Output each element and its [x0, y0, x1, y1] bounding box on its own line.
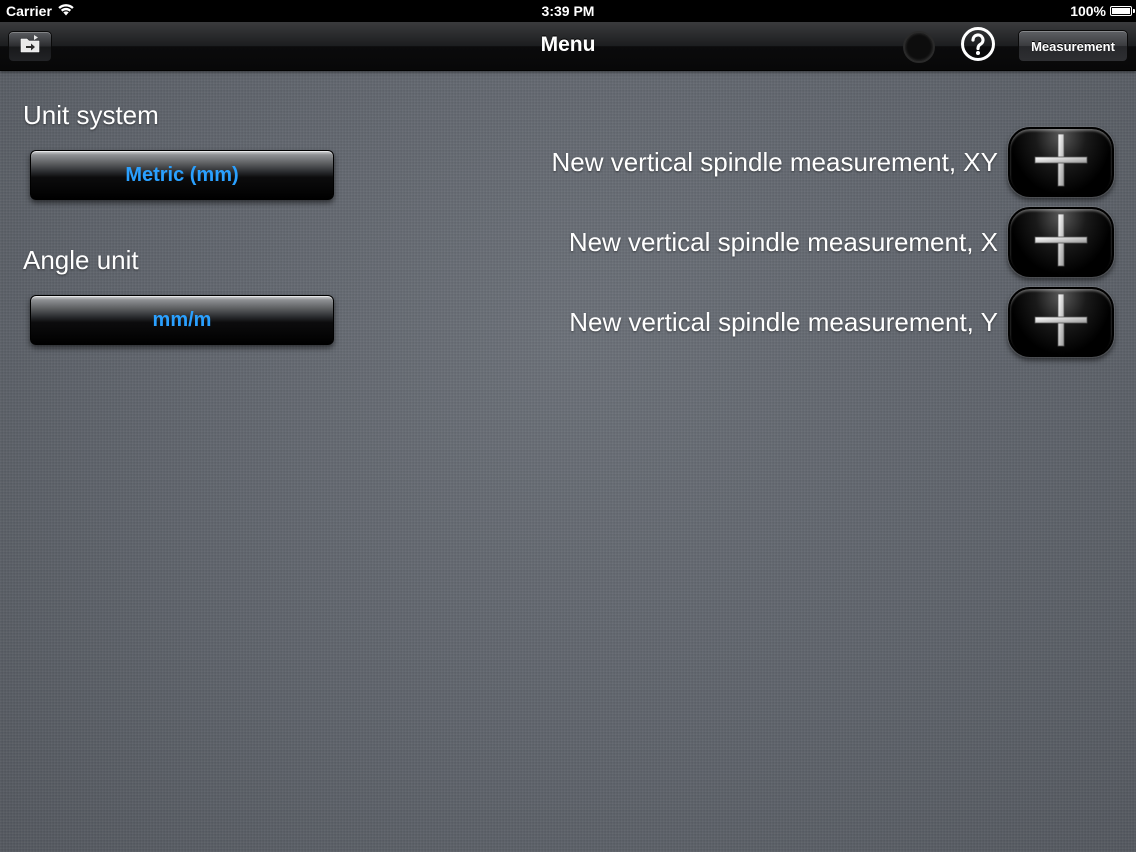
- action-label-x: New vertical spindle measurement, X: [568, 226, 998, 257]
- new-measurement-xy-button[interactable]: [1008, 127, 1114, 197]
- action-row-xy: New vertical spindle measurement, XY: [551, 127, 1114, 197]
- status-bar: Carrier 3:39 PM 100%: [0, 0, 1136, 22]
- angle-unit-label: Angle unit: [23, 245, 139, 275]
- plus-icon: [1033, 132, 1089, 193]
- angle-unit-select[interactable]: mm/m: [30, 295, 334, 345]
- new-measurement-y-button[interactable]: [1008, 287, 1114, 357]
- plus-icon: [1033, 212, 1089, 273]
- measurement-button[interactable]: Measurement: [1018, 30, 1128, 62]
- battery-percent: 100%: [1070, 3, 1106, 19]
- status-time: 3:39 PM: [541, 3, 595, 19]
- question-circle-icon: [960, 26, 996, 67]
- unit-system-label: Unit system: [23, 100, 159, 130]
- action-label-y: New vertical spindle measurement, Y: [569, 306, 998, 337]
- action-label-xy: New vertical spindle measurement, XY: [551, 146, 998, 177]
- battery-icon: [1110, 6, 1135, 16]
- plus-icon: [1033, 292, 1089, 353]
- battery-info: 100%: [1070, 3, 1135, 19]
- unit-system-select[interactable]: Metric (mm): [30, 150, 334, 200]
- activity-indicator: [903, 31, 935, 63]
- battery-fill: [1112, 8, 1130, 14]
- action-row-x: New vertical spindle measurement, X: [569, 207, 1114, 277]
- new-measurement-x-button[interactable]: [1008, 207, 1114, 277]
- help-button[interactable]: [960, 26, 996, 67]
- action-row-y: New vertical spindle measurement, Y: [569, 287, 1114, 357]
- navigation-bar: Menu Measurement: [0, 22, 1136, 71]
